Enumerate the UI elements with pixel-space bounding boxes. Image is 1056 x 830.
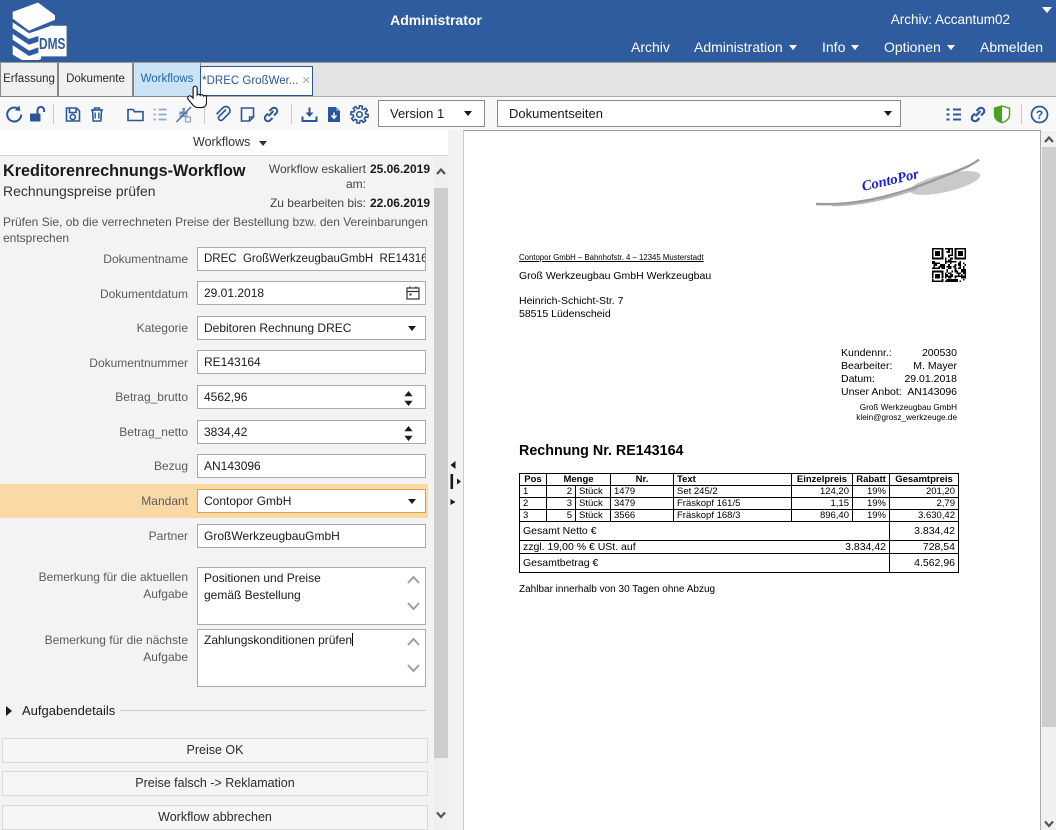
svg-text:?: ? bbox=[1036, 108, 1043, 122]
